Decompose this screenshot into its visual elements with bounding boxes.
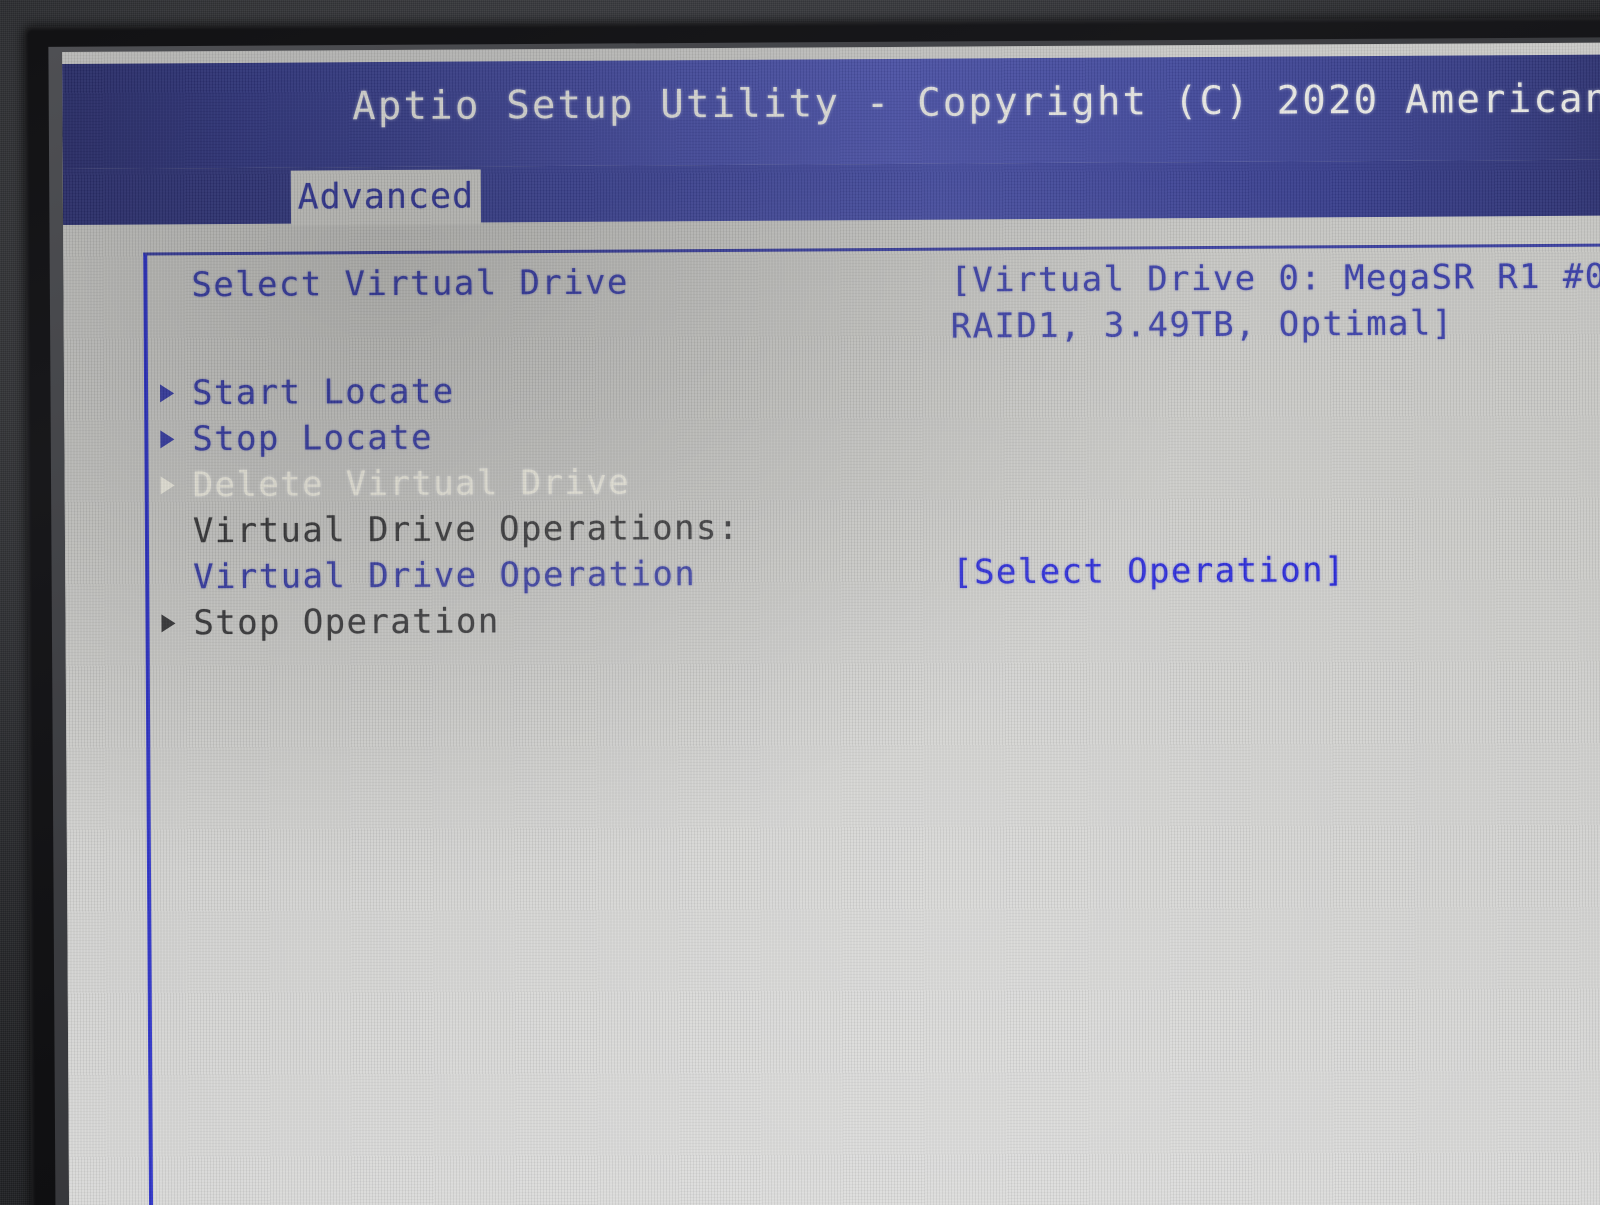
row-stop-operation[interactable]: Stop Operation [157, 592, 1600, 647]
stop-locate-label: Stop Locate [192, 417, 434, 460]
select-virtual-drive-value-line1[interactable]: [Virtual Drive 0: MegaSR R1 #0, [950, 256, 1600, 300]
triangle-right-icon [161, 614, 176, 633]
bios-title-text: Aptio Setup Utility - Copyright (C) 2020… [352, 76, 1600, 130]
bios-screen: Aptio Setup Utility - Copyright (C) 2020… [62, 42, 1600, 1205]
virtual-drive-operation-label: Virtual Drive Operation [193, 554, 697, 598]
delete-virtual-drive-label: Delete Virtual Drive [192, 462, 631, 506]
bios-title-bar: Aptio Setup Utility - Copyright (C) 2020… [62, 54, 1600, 169]
stop-operation-label: Stop Operation [193, 601, 500, 644]
triangle-right-icon [160, 476, 175, 495]
row-select-virtual-drive[interactable]: Select Virtual Drive [Virtual Drive 0: M… [155, 254, 1600, 357]
triangle-right-icon [160, 430, 175, 449]
virtual-drive-operation-value[interactable]: [Select Operation] [952, 550, 1346, 592]
virtual-drive-operations-header-label: Virtual Drive Operations: [192, 507, 740, 552]
start-locate-label: Start Locate [191, 371, 455, 414]
triangle-right-icon [160, 384, 175, 403]
monitor-photo: Aptio Setup Utility - Copyright (C) 2020… [0, 0, 1600, 1205]
select-virtual-drive-label: Select Virtual Drive [191, 262, 629, 306]
select-virtual-drive-value-line2[interactable]: RAID1, 3.49TB, Optimal] [951, 304, 1454, 347]
virtual-drive-options-list: Select Virtual Drive [Virtual Drive 0: M… [155, 254, 1600, 647]
tab-advanced[interactable]: Advanced [290, 169, 482, 226]
